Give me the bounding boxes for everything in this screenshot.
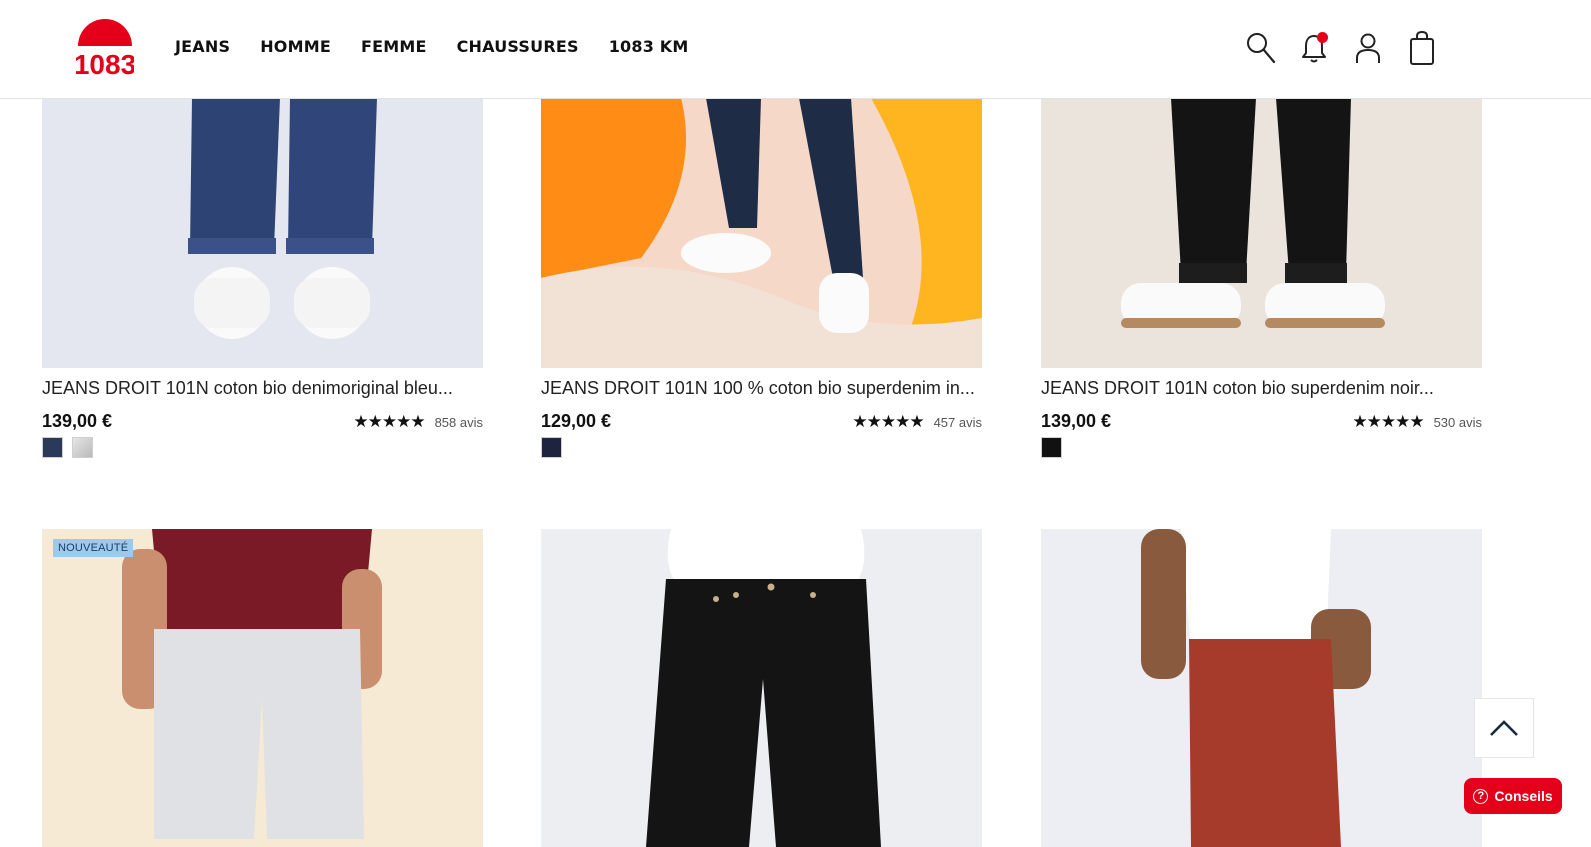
site-header: 1083 JEANS HOMME FEMME CHAUSSURES 1083 K…: [0, 0, 1591, 99]
nav-jeans[interactable]: JEANS: [175, 36, 230, 58]
star-rating-icon: ★★★★★: [353, 412, 425, 431]
product-image[interactable]: [42, 98, 483, 368]
product-card[interactable]: JEANS DROIT 101N coton bio denimoriginal…: [42, 98, 483, 468]
product-image[interactable]: [1041, 529, 1482, 847]
nav-chaussures[interactable]: CHAUSSURES: [457, 36, 579, 58]
product-rating: ★★★★★ 858 avis: [353, 412, 483, 432]
product-price: 139,00 €: [42, 411, 113, 431]
review-count[interactable]: 858 avis: [435, 415, 483, 430]
color-swatches: [1041, 437, 1062, 458]
product-image[interactable]: [1041, 98, 1482, 368]
product-image[interactable]: NOUVEAUTÉ: [42, 529, 483, 847]
product-image[interactable]: [541, 529, 982, 847]
product-title[interactable]: JEANS DROIT 101N coton bio denimoriginal…: [42, 377, 483, 399]
product-card[interactable]: JEANS DROIT 101N coton bio superdenim no…: [1041, 98, 1482, 468]
product-price: 129,00 €: [541, 411, 612, 431]
color-swatch[interactable]: [42, 437, 63, 458]
product-title[interactable]: JEANS DROIT 101N 100 % coton bio superde…: [541, 377, 982, 399]
nav-1083-km[interactable]: 1083 KM: [609, 36, 689, 58]
conseils-label: Conseils: [1494, 788, 1553, 804]
review-count[interactable]: 457 avis: [934, 415, 982, 430]
color-swatches: [541, 437, 562, 458]
notification-dot: [1317, 32, 1328, 43]
review-count[interactable]: 530 avis: [1434, 415, 1482, 430]
nav-femme[interactable]: FEMME: [361, 36, 427, 58]
star-rating-icon: ★★★★★: [1352, 412, 1424, 431]
color-swatches: [42, 437, 93, 458]
product-rating: ★★★★★ 530 avis: [1352, 412, 1482, 432]
product-image[interactable]: [541, 98, 982, 368]
main-nav: JEANS HOMME FEMME CHAUSSURES 1083 KM: [175, 36, 689, 58]
product-price: 139,00 €: [1041, 411, 1112, 431]
product-card[interactable]: JEANS DROIT 101N 100 % coton bio superde…: [541, 98, 982, 468]
product-card[interactable]: NOUVEAUTÉ: [42, 529, 483, 847]
bag-icon[interactable]: [1404, 28, 1440, 68]
help-icon: ?: [1473, 788, 1489, 804]
conseils-button[interactable]: ? Conseils: [1464, 778, 1562, 814]
brand-logo[interactable]: 1083: [74, 16, 136, 80]
product-card[interactable]: [1041, 529, 1482, 847]
chevron-up-icon: [1490, 720, 1518, 736]
color-swatch[interactable]: [541, 437, 562, 458]
nav-homme[interactable]: HOMME: [260, 36, 331, 58]
svg-text:1083: 1083: [76, 49, 134, 78]
new-badge: NOUVEAUTÉ: [53, 539, 134, 557]
product-rating: ★★★★★ 457 avis: [852, 412, 982, 432]
user-icon[interactable]: [1350, 28, 1386, 68]
star-rating-icon: ★★★★★: [852, 412, 924, 431]
scroll-to-top-button[interactable]: [1474, 698, 1534, 758]
color-swatch[interactable]: [1041, 437, 1062, 458]
bell-icon[interactable]: [1296, 28, 1332, 68]
product-title[interactable]: JEANS DROIT 101N coton bio superdenim no…: [1041, 377, 1482, 399]
search-icon[interactable]: [1243, 28, 1279, 68]
product-card[interactable]: [541, 529, 982, 847]
color-swatch[interactable]: [72, 437, 93, 458]
